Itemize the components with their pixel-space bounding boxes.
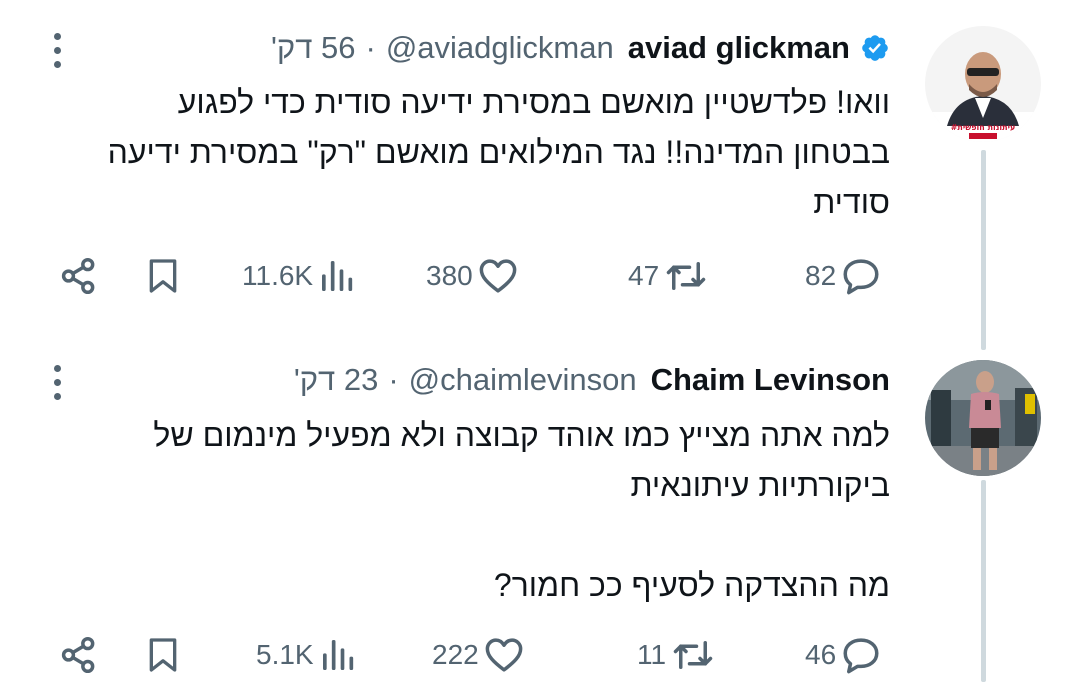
retweets-count: 11 (637, 639, 667, 670)
user-handle[interactable]: @aviadglickman (386, 30, 614, 66)
tweet-header: 56 דק' · @aviadglickman aviad glickman (271, 26, 890, 70)
reply-icon (843, 638, 879, 674)
action-bar: 11.6K 380 47 82 (0, 251, 900, 301)
heart-icon (479, 259, 517, 293)
svg-text:#עיתונות חופשית: #עיתונות חופשית (951, 123, 1016, 132)
action-bar: 5.1K 222 11 46 (0, 630, 900, 680)
reply-icon (843, 259, 879, 295)
share-button[interactable] (58, 630, 100, 680)
views-stat[interactable]: 11.6K (242, 251, 357, 301)
reply-button[interactable]: 46 (805, 630, 882, 680)
separator-dot: · (388, 362, 399, 397)
thread-line (981, 480, 986, 682)
more-options-icon[interactable] (54, 365, 61, 400)
likes-count: 222 (432, 639, 479, 670)
retweet-button[interactable]: 47 (628, 251, 709, 301)
likes-count: 380 (426, 260, 473, 291)
thread-line (981, 150, 986, 350)
more-options-icon[interactable] (54, 33, 61, 68)
avatar[interactable] (925, 360, 1041, 476)
views-count: 5.1K (256, 639, 314, 670)
like-button[interactable]: 222 (432, 630, 525, 680)
like-button[interactable]: 380 (426, 251, 519, 301)
tweet-text: למה אתה מצייץ כמו אוהד קבוצה ולא מפעיל מ… (153, 417, 890, 603)
share-button[interactable] (58, 251, 100, 301)
verified-badge-icon (860, 33, 890, 63)
replies-count: 82 (805, 260, 837, 291)
share-icon (61, 636, 95, 674)
reply-button[interactable]: 82 (805, 251, 882, 301)
tweet-text: וואו! פלדשטיין מואשם במסירת ידיעה סודית … (98, 84, 890, 220)
tweet-header: 23 דק' · @chaimlevinson Chaim Levinson (294, 358, 890, 402)
bookmark-icon (149, 259, 177, 293)
tweet-time[interactable]: 56 דק' (271, 30, 355, 66)
retweets-count: 47 (628, 260, 660, 291)
replies-count: 46 (805, 639, 837, 670)
views-chart-icon (322, 261, 353, 291)
bookmark-icon (149, 638, 177, 672)
separator-dot: · (365, 30, 376, 65)
retweet-button[interactable]: 11 (637, 630, 716, 680)
heart-icon (485, 638, 523, 672)
retweet-icon (673, 641, 713, 669)
avatar[interactable]: #עיתונות חופשית (925, 26, 1041, 142)
bookmark-button[interactable] (143, 630, 183, 680)
bookmark-button[interactable] (143, 251, 183, 301)
views-stat[interactable]: 5.1K (256, 630, 358, 680)
views-count: 11.6K (242, 260, 314, 291)
user-name[interactable]: aviad glickman (628, 30, 850, 66)
retweet-icon (666, 262, 706, 290)
share-icon (61, 257, 95, 295)
user-name[interactable]: Chaim Levinson (651, 362, 890, 398)
views-chart-icon (322, 640, 353, 670)
user-handle[interactable]: @chaimlevinson (409, 362, 637, 398)
tweet-time[interactable]: 23 דק' (294, 362, 378, 398)
